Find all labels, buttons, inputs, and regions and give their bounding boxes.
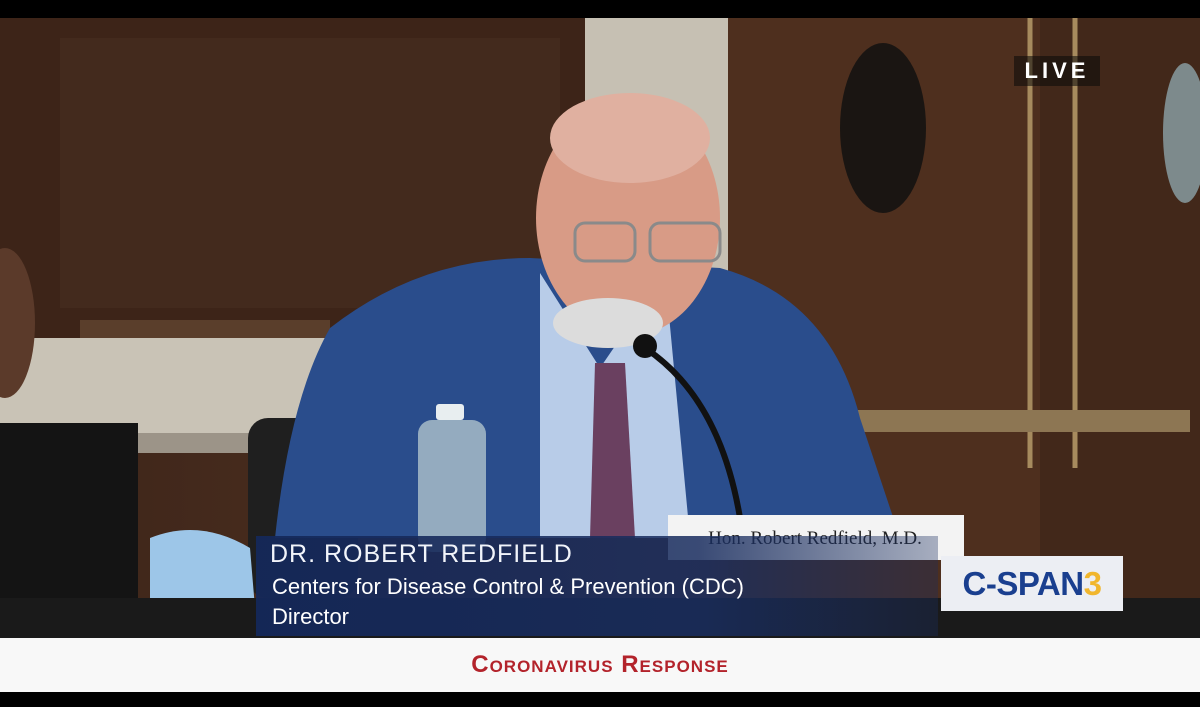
program-banner: Coronavirus Response <box>0 638 1200 692</box>
cspan3-logo: C-SPAN 3 <box>941 556 1123 611</box>
speaker-name: DR. ROBERT REDFIELD <box>270 540 573 568</box>
speaker-organization: Centers for Disease Control & Prevention… <box>272 574 744 599</box>
logo-number: 3 <box>1083 564 1102 602</box>
program-title: Coronavirus Response <box>471 651 729 678</box>
bottom-letterbox <box>0 692 1200 707</box>
top-letterbox <box>0 0 1200 18</box>
lower-third-caption: DR. ROBERT REDFIELD Centers for Disease … <box>256 536 938 636</box>
speaker-role: Director <box>272 604 350 629</box>
logo-text: C-SPAN <box>962 564 1085 602</box>
live-badge: LIVE <box>1014 56 1100 86</box>
